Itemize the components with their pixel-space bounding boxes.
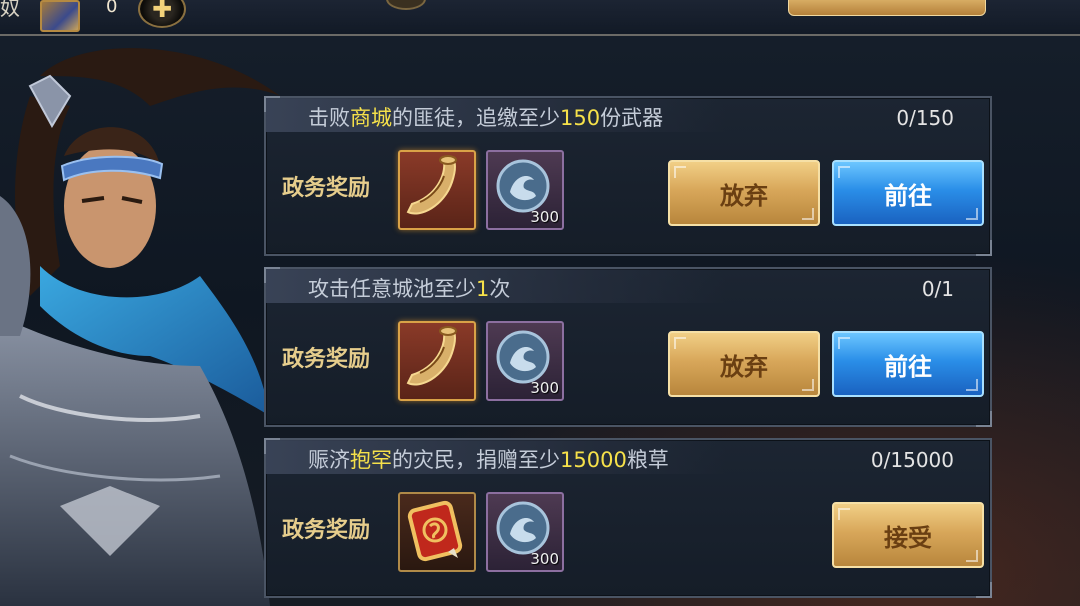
quest-description: 赈济抱罕的灾民，捐赠至少15000粮草 — [308, 444, 669, 474]
button-corner-ornament — [802, 379, 814, 391]
quest-text-highlight: 150 — [560, 106, 601, 130]
quest-text-part: 粮草 — [626, 448, 669, 472]
top-resource-bar: 奴 0 ✚ — [0, 0, 1080, 36]
quest-progress: 0/150 — [896, 106, 954, 130]
horn-icon[interactable] — [398, 150, 476, 230]
quest-text-highlight: 抱罕 — [350, 448, 392, 472]
horn-icon[interactable] — [398, 321, 476, 401]
coin-count: 300 — [530, 208, 559, 226]
reward-label: 政务奖励 — [282, 176, 371, 201]
quest-text-highlight: 15000 — [560, 448, 627, 472]
reward-label: 政务奖励 — [282, 347, 371, 372]
quest-description: 击败商城的匪徒，追缴至少150份武器 — [308, 102, 663, 132]
quest-text-part: 份武器 — [600, 106, 664, 130]
accept-button-label: 接受 — [884, 523, 932, 552]
dragon-coin-icon[interactable]: 300 — [486, 150, 564, 230]
token-icon[interactable] — [398, 492, 476, 572]
button-corner-ornament — [966, 550, 978, 562]
go-button[interactable]: 前往 — [832, 160, 984, 226]
top-orb-icon — [386, 0, 426, 10]
hero-portrait — [0, 48, 280, 606]
dragon-coin-icon[interactable]: 300 — [486, 321, 564, 401]
top-left-label: 奴 — [0, 0, 20, 20]
go-button[interactable]: 前往 — [832, 331, 984, 397]
button-corner-ornament — [802, 208, 814, 220]
go-button-label: 前往 — [884, 352, 932, 381]
quest-text-part: 的匪徒，追缴至少 — [392, 106, 560, 130]
quest-text-highlight: 商城 — [350, 106, 392, 130]
resource-item-icon — [40, 0, 80, 32]
button-corner-ornament — [966, 379, 978, 391]
quest-description: 攻击任意城池至少1次 — [308, 273, 510, 303]
quest-text-part: 击败 — [308, 106, 350, 130]
coin-count: 300 — [530, 550, 559, 568]
quest-text-part: 的灾民，捐赠至少 — [392, 448, 560, 472]
quest-progress: 0/15000 — [870, 448, 954, 472]
accept-button[interactable]: 接受 — [832, 502, 984, 568]
abandon-button[interactable]: 放弃 — [668, 331, 820, 397]
quest-card-3: 赈济抱罕的灾民，捐赠至少15000粮草 0/15000 政务奖励 300 接受 — [264, 438, 992, 598]
quest-card-2: 攻击任意城池至少1次 0/1 政务奖励 300 放弃 前往 — [264, 267, 992, 427]
button-corner-ornament — [966, 208, 978, 220]
quest-progress: 0/1 — [921, 277, 954, 301]
button-corner-ornament — [674, 166, 686, 178]
go-button-label: 前往 — [884, 181, 932, 210]
button-corner-ornament — [838, 166, 850, 178]
reward-label: 政务奖励 — [282, 518, 371, 543]
coin-count: 300 — [530, 379, 559, 397]
resource-count: 0 — [106, 0, 118, 17]
abandon-button-label: 放弃 — [720, 181, 768, 210]
quest-text-part: 赈济 — [308, 448, 350, 472]
button-corner-ornament — [838, 508, 850, 520]
quest-text-part: 攻击任意城池至少 — [308, 277, 476, 301]
quest-text-highlight: 1 — [476, 277, 490, 301]
top-right-button[interactable] — [788, 0, 986, 16]
dragon-coin-icon[interactable]: 300 — [486, 492, 564, 572]
button-corner-ornament — [674, 337, 686, 349]
quest-text-part: 次 — [489, 277, 511, 301]
abandon-button-label: 放弃 — [720, 352, 768, 381]
button-corner-ornament — [838, 337, 850, 349]
plus-icon[interactable]: ✚ — [138, 0, 186, 28]
abandon-button[interactable]: 放弃 — [668, 160, 820, 226]
quest-card-1: 击败商城的匪徒，追缴至少150份武器 0/150 政务奖励 300 放弃 前往 — [264, 96, 992, 256]
